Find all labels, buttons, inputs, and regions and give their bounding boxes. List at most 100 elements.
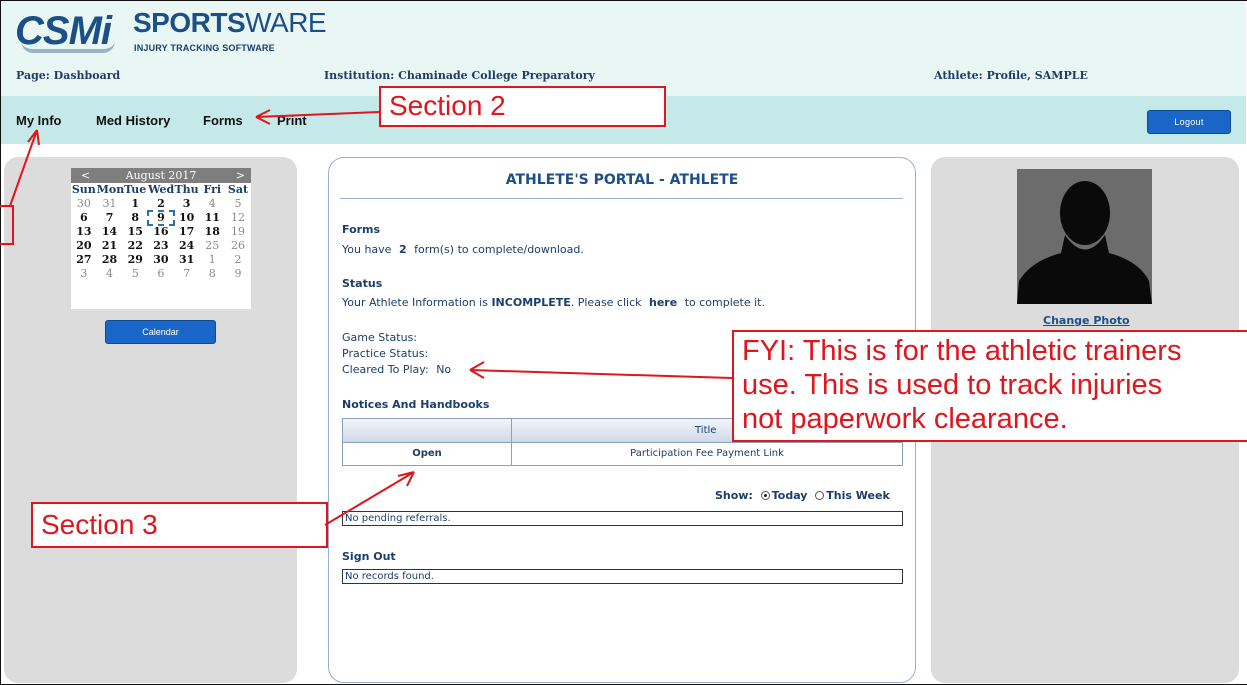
calendar-day[interactable]: 31 [97, 197, 123, 211]
calendar-dow-label: Sat [227, 183, 249, 196]
calendar-day[interactable]: 30 [71, 197, 97, 211]
signout-heading: Sign Out [342, 550, 396, 563]
nav-med-history[interactable]: Med History [96, 113, 170, 128]
status-summary: Your Athlete Information is INCOMPLETE. … [342, 296, 765, 309]
table-open-link[interactable]: Open [343, 443, 511, 465]
calendar-day[interactable]: 9 [225, 267, 251, 281]
calendar-day[interactable]: 17 [174, 225, 200, 239]
silhouette-icon [1017, 169, 1152, 304]
calendar-day[interactable]: 31 [174, 253, 200, 267]
annotation-fyi-line-3: not paperwork clearance. [742, 403, 1068, 435]
calendar-day[interactable]: 20 [71, 239, 97, 253]
table-header-title: Title [695, 425, 717, 436]
calendar-day[interactable]: 2 [148, 197, 174, 211]
calendar-day[interactable]: 5 [122, 267, 148, 281]
logo-sportsware-text: SPORTSWARE [133, 7, 327, 39]
calendar-week-row: 20 21 22 23 24 25 26 [71, 239, 251, 253]
calendar-day[interactable]: 1 [122, 197, 148, 211]
calendar-day[interactable]: 3 [71, 267, 97, 281]
nav-print[interactable]: Print [277, 113, 307, 128]
calendar-day[interactable]: 18 [199, 225, 225, 239]
annotation-section-2: Section 2 [379, 86, 666, 127]
calendar-day[interactable]: 19 [225, 225, 251, 239]
calendar-week-row: 3456789 [71, 267, 251, 281]
calendar-day[interactable]: 25 [199, 239, 225, 253]
calendar-grid: Sun Mon Tue Wed Thu Fri Sat 30 31 1 2 3 4 5 6 7 8 9 10 11 12… [71, 183, 251, 281]
forms-summary: You have 2 form(s) to complete/download. [342, 243, 584, 256]
calendar-day[interactable]: 4 [97, 267, 123, 281]
status-value: INCOMPLETE [491, 296, 571, 309]
calendar-day[interactable]: 14 [97, 225, 123, 239]
calendar-button[interactable]: Calendar [105, 320, 216, 344]
practice-status-label: Practice Status: [342, 347, 429, 360]
calendar-day[interactable]: 8 [122, 211, 148, 225]
radio-today-label[interactable]: Today [772, 489, 808, 502]
calendar-day[interactable]: 9 [147, 210, 175, 226]
calendar-day[interactable]: 21 [97, 239, 123, 253]
calendar-day[interactable]: 13 [71, 225, 97, 239]
nav-forms[interactable]: Forms [203, 113, 243, 128]
calendar-dow-row: Sun Mon Tue Wed Thu Fri Sat [71, 183, 251, 197]
status-text-suffix: to complete it. [684, 296, 765, 309]
calendar-day[interactable]: 27 [71, 253, 97, 267]
forms-heading: Forms [342, 223, 381, 236]
calendar-day[interactable]: 15 [122, 225, 148, 239]
calendar-day[interactable]: 30 [148, 253, 174, 267]
calendar-month-label: August 2017 [125, 169, 197, 182]
show-filter: Show: Today This Week [715, 489, 890, 502]
status-text-middle: . Please click [570, 296, 642, 309]
calendar-day[interactable]: 16 [148, 225, 174, 239]
calendar-day[interactable]: 29 [122, 253, 148, 267]
calendar-day[interactable]: 12 [225, 211, 251, 225]
referrals-box: No pending referrals. [342, 511, 903, 526]
calendar-day[interactable]: 1 [199, 253, 225, 267]
calendar-prev-button[interactable]: < [81, 168, 90, 183]
calendar-week-row: 13 14 15 16 17 18 19 [71, 225, 251, 239]
calendar-day[interactable]: 7 [97, 211, 123, 225]
calendar-day[interactable]: 6 [148, 267, 174, 281]
radio-this-week[interactable] [815, 491, 825, 500]
logo-tagline: INJURY TRACKING SOFTWARE [134, 43, 275, 53]
calendar-dow-label: Tue [124, 183, 147, 196]
cleared-to-play-row: Cleared To Play: No [342, 363, 451, 376]
calendar-dow-label: Thu [174, 183, 199, 196]
nav-my-info[interactable]: My Info [16, 113, 62, 128]
calendar-day[interactable]: 2 [225, 253, 251, 267]
status-text-prefix: Your Athlete Information is [342, 296, 488, 309]
logo-ware-text: WARE [245, 7, 327, 38]
calendar-day[interactable]: 24 [174, 239, 200, 253]
status-heading: Status [342, 277, 383, 290]
forms-count-link[interactable]: 2 [399, 243, 407, 256]
calendar-next-button[interactable]: > [236, 168, 245, 183]
calendar-day[interactable]: 6 [71, 211, 97, 225]
logout-button[interactable]: Logout [1147, 110, 1231, 134]
calendar-day[interactable]: 5 [225, 197, 251, 211]
calendar-dow-label: Wed [148, 183, 175, 196]
calendar-day[interactable]: 4 [199, 197, 225, 211]
calendar-day[interactable]: 7 [174, 267, 200, 281]
calendar-day[interactable]: 22 [122, 239, 148, 253]
calendar-dow-label: Sun [71, 183, 96, 196]
calendar-day[interactable]: 26 [225, 239, 251, 253]
cleared-to-play-value: No [436, 363, 452, 376]
calendar-day[interactable]: 10 [174, 211, 200, 225]
calendar-day[interactable]: 3 [174, 197, 200, 211]
title-divider [340, 198, 903, 199]
cleared-to-play-label: Cleared To Play: [342, 363, 429, 376]
calendar-day[interactable]: 23 [148, 239, 174, 253]
calendar-day[interactable]: 28 [97, 253, 123, 267]
portal-title: ATHLETE'S PORTAL - ATHLETE [505, 172, 739, 188]
status-here-link[interactable]: here [649, 296, 677, 309]
annotation-fyi-line-2: use. This is used to track injuries [742, 369, 1163, 401]
change-photo-link[interactable]: Change Photo [1043, 314, 1130, 327]
calendar-day[interactable]: 8 [199, 267, 225, 281]
radio-this-week-label[interactable]: This Week [826, 489, 889, 502]
calendar-dow-label: Mon [96, 183, 125, 196]
radio-today[interactable] [760, 491, 770, 500]
csmi-sportsware-logo: CSMi SPORTSWARE INJURY TRACKING SOFTWARE [15, 7, 345, 59]
annotation-fyi-line-1: FYI: This is for the athletic trainers [742, 335, 1182, 367]
show-label: Show: [715, 489, 753, 502]
logo-sports-text: SPORTS [133, 7, 246, 38]
calendar-day[interactable]: 11 [199, 211, 225, 225]
calendar-week-row: 6 7 8 9 10 11 12 [71, 210, 251, 226]
